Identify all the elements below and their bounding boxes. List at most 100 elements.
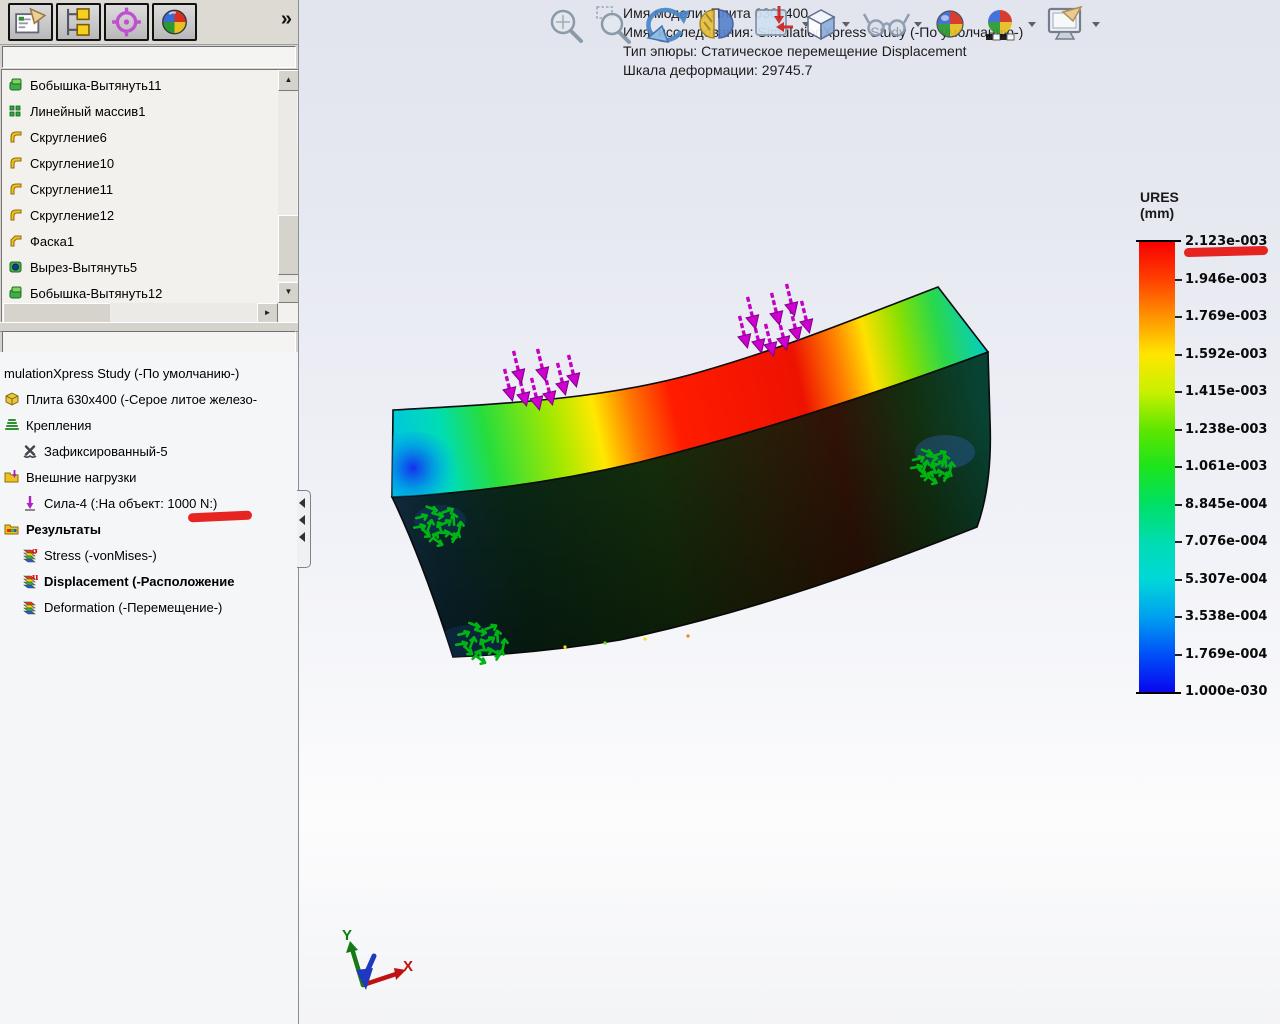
study-tree-item[interactable]: Сила-4 (:На объект: 1000 N:) xyxy=(0,490,298,516)
study-tree-item[interactable]: Плита 630x400 (-Серое литое железо- xyxy=(0,386,298,412)
select-form-icon xyxy=(15,7,47,34)
study-tree-item[interactable]: u Displacement (-Расположение xyxy=(0,568,298,594)
legend-title: URES (mm) xyxy=(1140,189,1179,221)
plot-type-line: Тип эпюры: Статическое перемещение Displ… xyxy=(623,43,967,59)
toolbar-overflow-chevron[interactable]: » xyxy=(281,8,292,31)
feature-tree-item[interactable]: Вырез-Вытянуть5 xyxy=(4,254,276,280)
v-scroll-thumb[interactable] xyxy=(278,215,298,275)
legend-tick xyxy=(1175,616,1182,618)
collapse-arrow-icon xyxy=(299,532,305,542)
legend-tick xyxy=(1175,391,1182,393)
tree-item-label: Бобышка-Вытянуть12 xyxy=(30,285,163,301)
fillet-icon xyxy=(8,207,24,223)
legend-tick xyxy=(1175,278,1182,281)
feature-tree-item[interactable]: Линейный массив1 xyxy=(4,98,276,124)
svg-text:σ: σ xyxy=(32,547,39,557)
study-tree-item[interactable]: Крепления xyxy=(0,412,298,438)
scroll-down-button[interactable]: ▼ xyxy=(278,282,298,303)
panel-toolbar: » xyxy=(0,0,298,45)
fixed-icon xyxy=(22,443,38,459)
plot-u-icon: u xyxy=(22,573,38,589)
feature-tree-item[interactable]: Бобышка-Вытянуть11 xyxy=(4,72,276,98)
tree-item-label: Бобышка-Вытянуть11 xyxy=(30,77,162,93)
loads-folder-icon xyxy=(4,469,20,485)
force-icon xyxy=(22,495,38,511)
scroll-right-button[interactable]: ► xyxy=(257,303,278,323)
study-tree: mulationXpress Study (-По умолчанию-) Пли… xyxy=(0,352,298,1024)
graphics-viewport[interactable]: Имя модели: Плита 630x400 Имя исследован… xyxy=(298,0,1280,1024)
legend-value: 5.307e-004 xyxy=(1185,571,1268,587)
tree-item-label: Скругление12 xyxy=(30,207,115,223)
study-tree-item[interactable]: Зафиксированный-5 xyxy=(0,438,298,464)
tree-item-label: Внешние нагрузки xyxy=(26,469,137,485)
boss-extrude-icon xyxy=(8,77,24,93)
study-tree-item[interactable]: Внешние нагрузки xyxy=(0,464,298,490)
tree-display-button[interactable] xyxy=(56,3,101,41)
study-tree-item[interactable]: Результаты xyxy=(0,516,298,542)
legend-value: 1.769e-003 xyxy=(1185,309,1268,324)
scroll-up-button[interactable]: ▲ xyxy=(278,70,298,91)
legend-value: 1.592e-003 xyxy=(1185,346,1268,362)
clamps-icon xyxy=(4,417,20,433)
panel-collapse-tab[interactable] xyxy=(297,490,311,568)
tree-item-label: Линейный массив1 xyxy=(30,103,146,119)
plot-info-text: Имя модели: Плита 630x400 Имя исследован… xyxy=(623,4,1023,80)
legend-tick xyxy=(1175,316,1182,318)
fillet-icon xyxy=(8,155,24,171)
legend-value: 3.538e-004 xyxy=(1185,609,1268,624)
tree-item-label: Фаска1 xyxy=(30,233,75,249)
tree-item-label: Deformation (-Перемещение-) xyxy=(44,599,223,615)
legend-tick xyxy=(1175,428,1182,431)
feature-manager-panel: » Бобышка-Вытянуть11 Линейный массив1 Скру… xyxy=(0,0,299,1024)
feature-tree-item[interactable]: Скругление6 xyxy=(4,124,276,150)
feature-tree: Бобышка-Вытянуть11 Линейный массив1 Скругл… xyxy=(1,69,298,323)
legend-tick xyxy=(1175,503,1182,506)
deform-scale-line: Шкала деформации: 29745.7 xyxy=(623,62,813,78)
study-tree-item[interactable]: σ Stress (-vonMises-) xyxy=(0,542,298,568)
solidworks-simulationxpress-window: { "app": { "overflow_chevron": "»" }, "l… xyxy=(0,0,1280,1024)
legend-tick xyxy=(1175,466,1182,468)
feature-tree-item[interactable]: Скругление12 xyxy=(4,202,276,228)
tree-item-label: Скругление11 xyxy=(30,181,114,197)
study-tree-item[interactable]: mulationXpress Study (-По умолчанию-) xyxy=(0,360,298,386)
study-header-field[interactable] xyxy=(2,331,296,353)
legend-bar-bottom-line xyxy=(1136,692,1181,694)
legend-value: 1.061e-003 xyxy=(1185,459,1268,474)
boss-extrude-icon xyxy=(8,285,24,301)
legend-value: 1.769e-004 xyxy=(1185,646,1268,662)
tree-structure-icon xyxy=(66,8,90,36)
legend-tick xyxy=(1175,653,1182,656)
feature-tree-item[interactable]: Скругление10 xyxy=(4,150,276,176)
results-folder-icon xyxy=(4,521,20,537)
feature-tree-item[interactable]: Скругление11 xyxy=(4,176,276,202)
study-tree-item[interactable]: Deformation (-Перемещение-) xyxy=(0,594,298,620)
legend-tick xyxy=(1175,578,1182,581)
legend-value: 1.238e-003 xyxy=(1185,421,1268,437)
tree-item-label: Вырез-Вытянуть5 xyxy=(30,259,138,275)
crosshair-icon xyxy=(112,7,141,37)
chamfer-icon xyxy=(8,233,24,249)
color-sphere-icon xyxy=(162,9,187,35)
select-form-button[interactable] xyxy=(8,3,53,41)
h-scroll-thumb[interactable] xyxy=(3,303,112,323)
collapse-arrow-icon xyxy=(299,515,305,525)
legend-tick xyxy=(1175,541,1182,543)
crosshair-button[interactable] xyxy=(104,3,149,41)
appearance-button[interactable] xyxy=(152,3,197,41)
tree-item-label: Скругление10 xyxy=(30,155,115,171)
legend-color-bar xyxy=(1139,242,1175,692)
study-name-line: Имя исследования: SimulationXpress Study… xyxy=(623,24,1024,40)
linear-pattern-icon xyxy=(8,103,24,119)
part-icon xyxy=(4,391,20,407)
fillet-icon xyxy=(8,129,24,145)
tree-filter-field[interactable] xyxy=(2,46,296,68)
tree-item-label: Крепления xyxy=(26,417,92,433)
legend-bar-top-line xyxy=(1136,240,1181,242)
fillet-icon xyxy=(8,181,24,197)
plot-sigma-icon: σ xyxy=(22,547,38,563)
tree-item-label: Зафиксированный-5 xyxy=(44,443,168,459)
legend-value: 1.946e-003 xyxy=(1185,271,1268,287)
h-scroll-track[interactable] xyxy=(110,303,257,322)
feature-tree-item[interactable]: Фаска1 xyxy=(4,228,276,254)
model-name-line: Имя модели: Плита 630x400 xyxy=(623,5,809,21)
